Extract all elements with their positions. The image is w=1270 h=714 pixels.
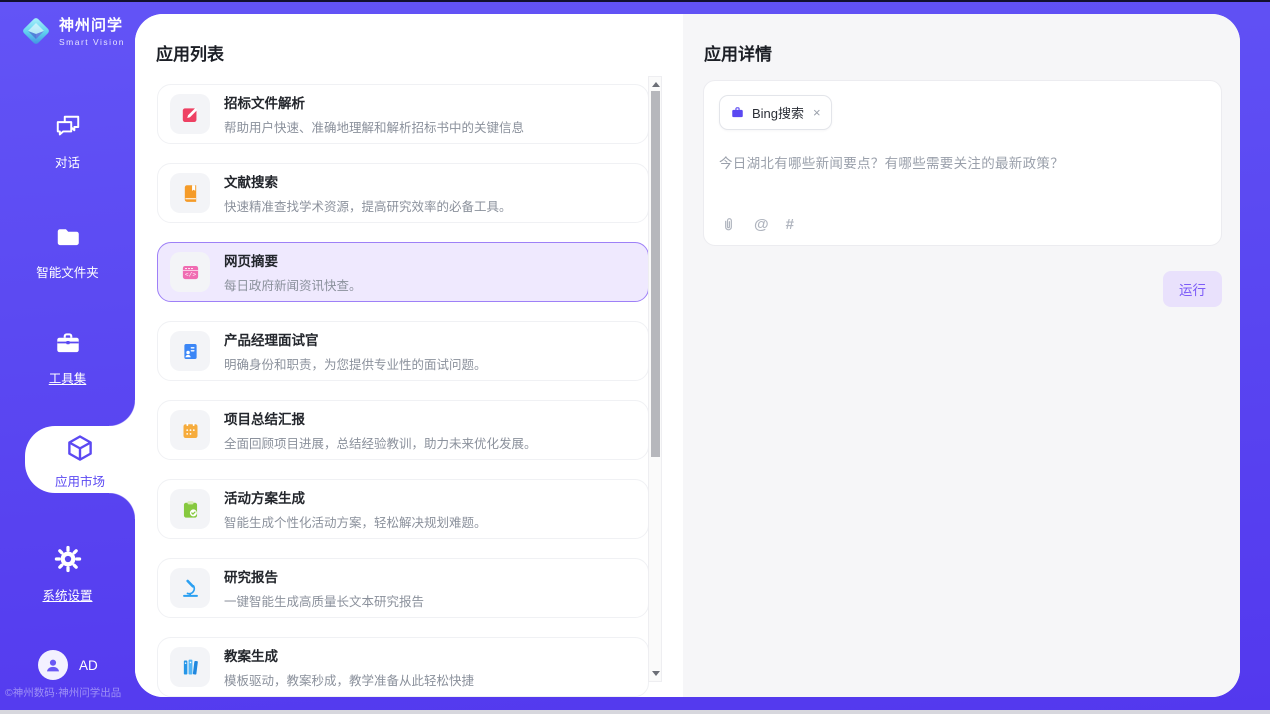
- app-list-item-lesson-plan[interactable]: 教案生成 模板驱动，教案秒成，教学准备从此轻松快捷: [157, 637, 649, 697]
- microscope-icon: [180, 578, 201, 599]
- app-icon-tile: [170, 568, 210, 608]
- app-list-item-bid-parse[interactable]: 招标文件解析 帮助用户快速、准确地理解和解析招标书中的关键信息: [157, 84, 649, 144]
- sidebar-item-toolset[interactable]: 工具集: [0, 330, 135, 387]
- browser-icon: </>: [180, 262, 201, 283]
- brand-name: 神州问学: [59, 14, 125, 35]
- app-title: 项目总结汇报: [224, 408, 537, 428]
- app-desc: 快速精准查找学术资源，提高研究效率的必备工具。: [224, 196, 512, 215]
- app-title: 产品经理面试官: [224, 329, 487, 349]
- cube-icon: [65, 433, 95, 463]
- app-list-panel: 应用列表 招标文件解析 帮助用户快速、准确地理解和解析招标书中的关键信息: [135, 14, 683, 697]
- toolbox-icon: [54, 330, 82, 356]
- user-name: AD: [79, 658, 98, 673]
- app-list: 招标文件解析 帮助用户快速、准确地理解和解析招标书中的关键信息 文献搜索 快速精…: [157, 84, 649, 697]
- sidebar-item-smart-folder[interactable]: 智能文件夹: [0, 224, 135, 281]
- app-detail-panel: 应用详情 Bing搜索 × 今日湖北有哪些新闻要点？有哪些需要关注的最新政策？ …: [683, 14, 1240, 697]
- app-icon-tile: [170, 410, 210, 450]
- sidebar-item-settings[interactable]: 系统设置: [0, 545, 135, 604]
- app-icon-tile: [170, 94, 210, 134]
- app-list-item-research-report[interactable]: 研究报告 一键智能生成高质量长文本研究报告: [157, 558, 649, 618]
- sidebar-item-label: 对话: [0, 152, 135, 171]
- svg-text:</>: </>: [185, 271, 196, 278]
- window-bottom-edge: [0, 710, 1270, 714]
- app-list-item-literature-search[interactable]: 文献搜索 快速精准查找学术资源，提高研究效率的必备工具。: [157, 163, 649, 223]
- diamond-logo-icon: [20, 15, 52, 47]
- calendar-icon: [180, 420, 201, 441]
- sidebar-item-chat[interactable]: 对话: [0, 114, 135, 171]
- app-icon-tile: [170, 331, 210, 371]
- app-title: 教案生成: [224, 645, 474, 665]
- sidebar-item-label: 应用市场: [25, 471, 135, 490]
- tool-chip-label: Bing搜索: [752, 103, 804, 122]
- sidebar-item-label: 工具集: [0, 368, 135, 387]
- pen-square-icon: [180, 104, 201, 125]
- sidebar-item-app-market[interactable]: 应用市场: [25, 426, 135, 493]
- app-title: 研究报告: [224, 566, 424, 586]
- tool-chip-bing-search[interactable]: Bing搜索 ×: [719, 95, 832, 130]
- app-title: 活动方案生成: [224, 487, 487, 507]
- app-list-title: 应用列表: [156, 40, 224, 65]
- mention-icon[interactable]: @: [754, 216, 769, 233]
- brand-subtitle: Smart Vision: [59, 37, 125, 47]
- app-desc: 每日政府新闻资讯快查。: [224, 275, 362, 294]
- book-icon: [180, 183, 201, 204]
- main-content: 应用列表 招标文件解析 帮助用户快速、准确地理解和解析招标书中的关键信息: [135, 14, 1240, 697]
- run-button[interactable]: 运行: [1163, 271, 1222, 307]
- user-account[interactable]: AD: [38, 650, 98, 680]
- app-icon-tile: [170, 489, 210, 529]
- scrollbar[interactable]: [648, 76, 662, 682]
- sidebar-item-label: 系统设置: [0, 585, 135, 604]
- app-desc: 智能生成个性化活动方案，轻松解决规划难题。: [224, 512, 487, 531]
- scroll-up-icon[interactable]: [652, 82, 660, 87]
- hash-icon[interactable]: #: [786, 216, 794, 233]
- app-icon-tile: </>: [170, 252, 210, 292]
- copyright-text: ©神州数码·神州问学出品: [5, 685, 135, 700]
- app-list-item-event-plan[interactable]: 活动方案生成 智能生成个性化活动方案，轻松解决规划难题。: [157, 479, 649, 539]
- app-list-item-web-summary[interactable]: </> 网页摘要 每日政府新闻资讯快查。: [157, 242, 649, 302]
- app-desc: 全面回顾项目进展，总结经验教训，助力未来优化发展。: [224, 433, 537, 452]
- window-top-edge: [0, 0, 1270, 2]
- books-icon: [180, 657, 201, 678]
- prompt-card[interactable]: Bing搜索 × 今日湖北有哪些新闻要点？有哪些需要关注的最新政策？ @ #: [703, 80, 1222, 246]
- prompt-text[interactable]: 今日湖北有哪些新闻要点？有哪些需要关注的最新政策？: [719, 152, 1206, 172]
- folder-icon: [54, 224, 82, 250]
- app-list-item-project-summary[interactable]: 项目总结汇报 全面回顾项目进展，总结经验教训，助力未来优化发展。: [157, 400, 649, 460]
- attachment-icon[interactable]: [720, 216, 737, 233]
- app-title: 招标文件解析: [224, 92, 524, 112]
- briefcase-icon: [730, 105, 745, 120]
- sidebar: 神州问学 Smart Vision 对话 智能文件夹 工具集 应用市场: [0, 2, 135, 714]
- app-title: 文献搜索: [224, 171, 512, 191]
- sidebar-item-label: 智能文件夹: [0, 262, 135, 281]
- chip-close-icon[interactable]: ×: [813, 106, 821, 119]
- chat-icon: [54, 114, 82, 140]
- gear-icon: [54, 545, 82, 573]
- app-title: 网页摘要: [224, 250, 362, 270]
- app-desc: 帮助用户快速、准确地理解和解析招标书中的关键信息: [224, 117, 524, 136]
- app-logo: 神州问学 Smart Vision: [20, 14, 125, 47]
- clipboard-check-icon: [180, 499, 201, 520]
- app-icon-tile: [170, 647, 210, 687]
- app-list-item-pm-interviewer[interactable]: 产品经理面试官 明确身份和职责，为您提供专业性的面试问题。: [157, 321, 649, 381]
- resume-icon: [180, 341, 201, 362]
- composer-toolbar: @ #: [720, 216, 794, 233]
- app-desc: 一键智能生成高质量长文本研究报告: [224, 591, 424, 610]
- app-detail-title: 应用详情: [704, 40, 772, 65]
- app-desc: 模板驱动，教案秒成，教学准备从此轻松快捷: [224, 670, 474, 689]
- avatar: [38, 650, 68, 680]
- scroll-down-icon[interactable]: [652, 671, 660, 676]
- scrollbar-thumb[interactable]: [651, 91, 660, 457]
- app-icon-tile: [170, 173, 210, 213]
- app-desc: 明确身份和职责，为您提供专业性的面试问题。: [224, 354, 487, 373]
- person-icon: [43, 655, 63, 675]
